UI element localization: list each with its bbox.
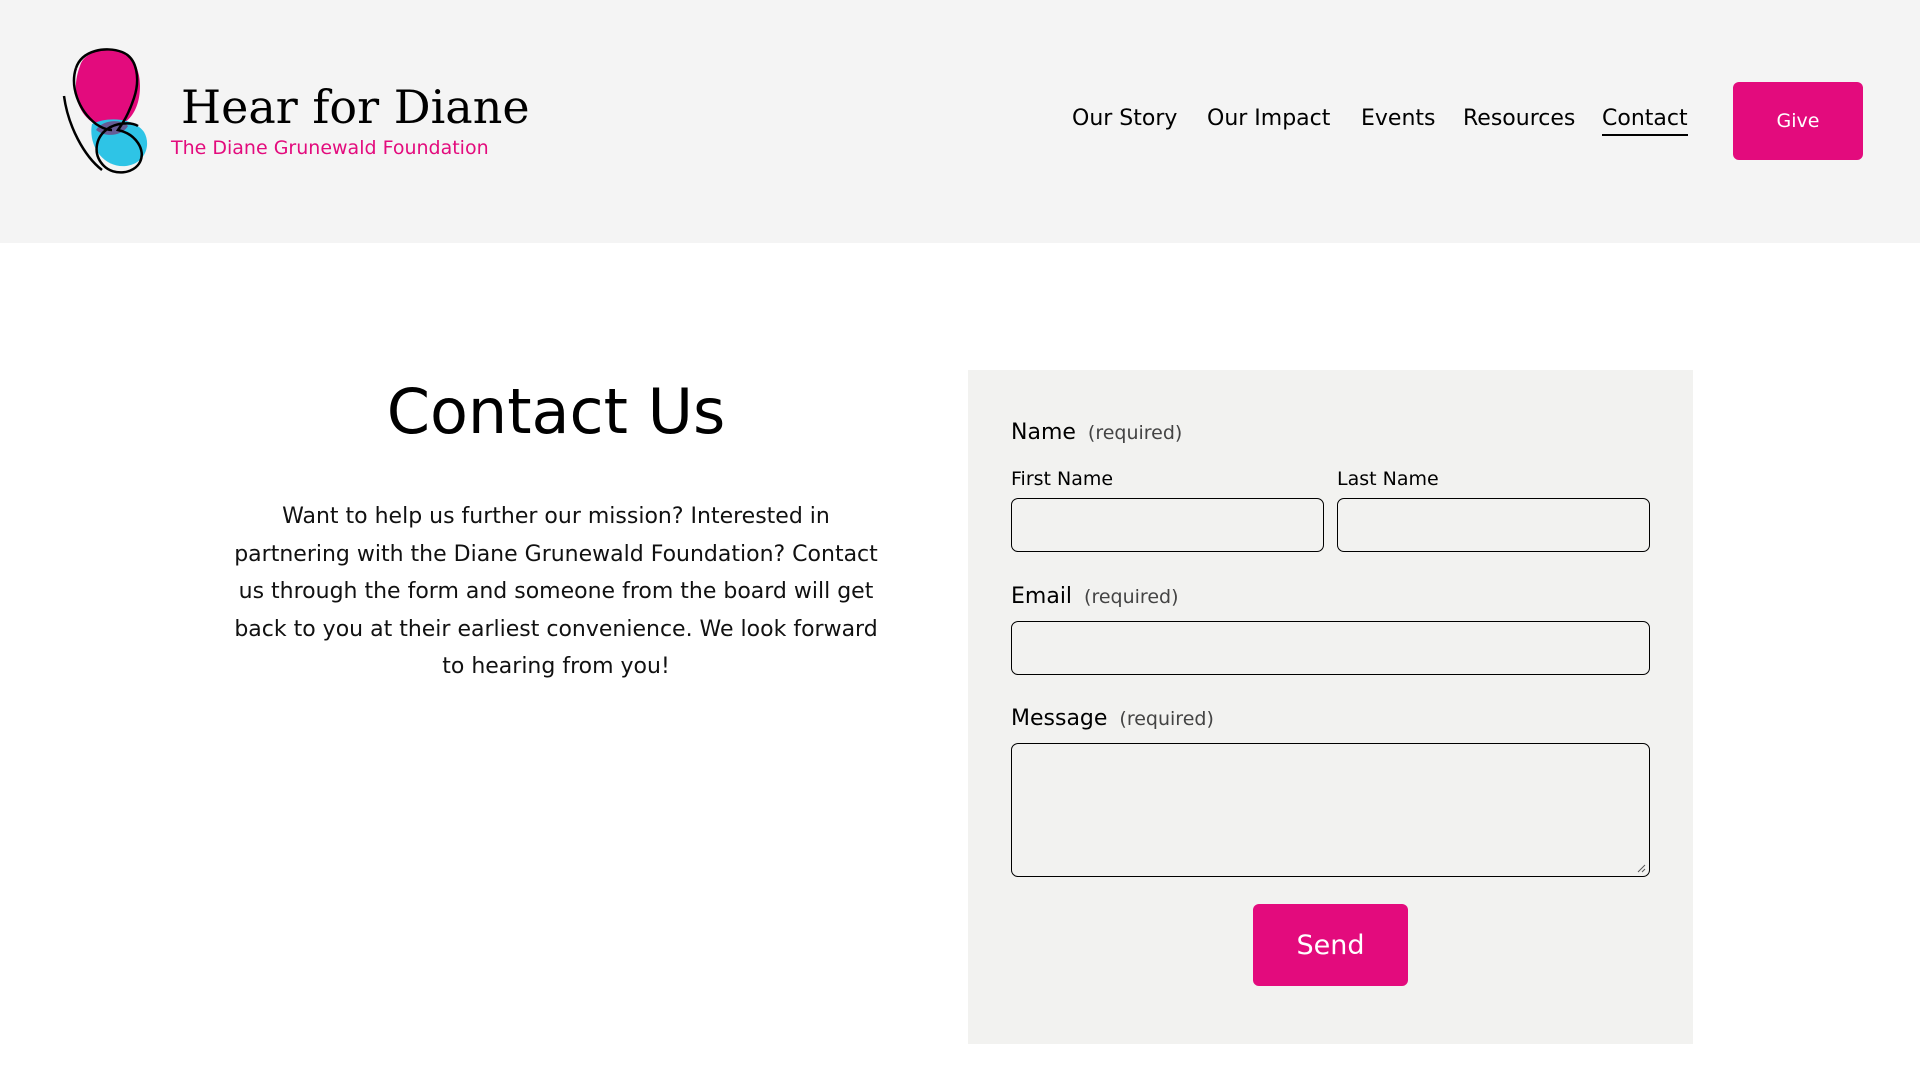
email-label: Email (required): [1011, 584, 1178, 609]
first-name-input[interactable]: [1011, 498, 1324, 552]
site-header: Hear for Diane The Diane Grunewald Found…: [0, 0, 1920, 243]
first-name-label: First Name: [1011, 468, 1114, 490]
name-required-note: (required): [1087, 422, 1183, 444]
contact-intro: Contact Us Want to help us further our m…: [210, 370, 902, 686]
nav-events[interactable]: Events: [1361, 106, 1436, 131]
contact-form: Name (required) First Name Last Name Emai…: [968, 370, 1693, 1044]
page-title: Contact Us: [386, 375, 726, 448]
intro-text: Want to help us further our mission? Int…: [234, 504, 878, 679]
main-nav: Our Story Our Impact Events Resources Co…: [0, 106, 1920, 138]
nav-our-story[interactable]: Our Story: [1072, 106, 1177, 131]
resize-grip-icon[interactable]: [1636, 863, 1646, 873]
name-label-text: Name: [1011, 420, 1076, 445]
email-input[interactable]: [1011, 621, 1650, 675]
send-button[interactable]: Send: [1253, 904, 1408, 986]
email-label-text: Email: [1011, 584, 1073, 609]
last-name-input[interactable]: [1337, 498, 1650, 552]
nav-resources[interactable]: Resources: [1463, 106, 1575, 131]
name-label: Name (required): [1011, 420, 1182, 445]
brand-subtitle: The Diane Grunewald Foundation: [171, 137, 489, 159]
nav-our-impact[interactable]: Our Impact: [1207, 106, 1330, 131]
give-button[interactable]: Give: [1733, 82, 1863, 160]
email-required-note: (required): [1084, 586, 1179, 608]
message-textarea[interactable]: [1011, 743, 1650, 877]
message-required-note: (required): [1119, 708, 1214, 730]
message-label: Message (required): [1011, 706, 1214, 731]
message-label-text: Message: [1011, 706, 1108, 731]
nav-contact[interactable]: Contact: [1602, 106, 1688, 136]
last-name-label: Last Name: [1337, 468, 1439, 490]
